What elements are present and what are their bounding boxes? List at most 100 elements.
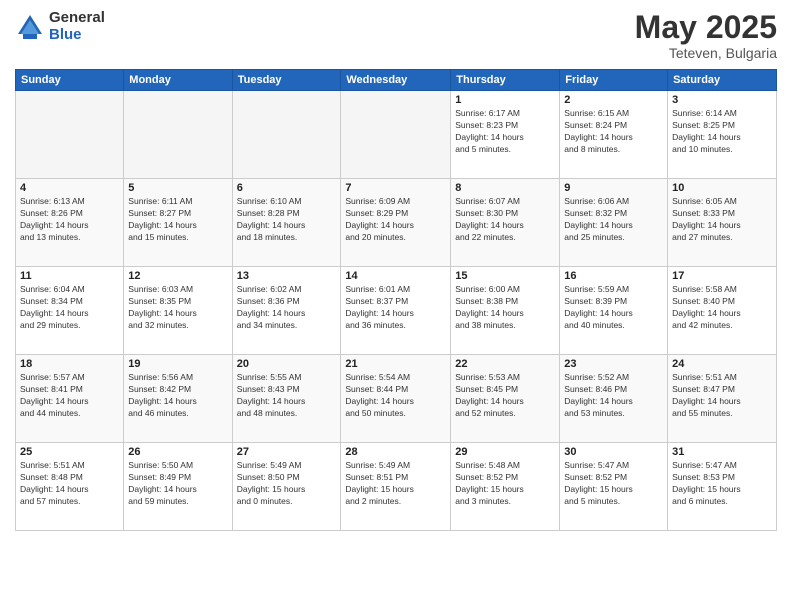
day-info: Sunrise: 5:52 AM Sunset: 8:46 PM Dayligh… (564, 372, 663, 420)
table-row: 17 Sunrise: 5:58 AM Sunset: 8:40 PM Dayli… (668, 267, 777, 355)
table-row: 1 Sunrise: 6:17 AM Sunset: 8:23 PM Daylig… (451, 91, 560, 179)
logo: General Blue (15, 10, 105, 43)
logo-general-text: General (49, 10, 105, 27)
day-number: 8 (455, 182, 555, 194)
day-number: 7 (345, 182, 446, 194)
col-thursday: Thursday (451, 70, 560, 91)
day-info: Sunrise: 6:00 AM Sunset: 8:38 PM Dayligh… (455, 284, 555, 332)
day-info: Sunrise: 5:49 AM Sunset: 8:50 PM Dayligh… (237, 460, 337, 508)
table-row: 25 Sunrise: 5:51 AM Sunset: 8:48 PM Dayli… (16, 443, 124, 531)
day-info: Sunrise: 6:04 AM Sunset: 8:34 PM Dayligh… (20, 284, 119, 332)
day-info: Sunrise: 5:51 AM Sunset: 8:47 PM Dayligh… (672, 372, 772, 420)
day-number: 21 (345, 358, 446, 370)
day-number: 30 (564, 446, 663, 458)
title-month: May 2025 (635, 10, 777, 45)
day-info: Sunrise: 5:56 AM Sunset: 8:42 PM Dayligh… (128, 372, 227, 420)
day-info: Sunrise: 5:47 AM Sunset: 8:53 PM Dayligh… (672, 460, 772, 508)
table-row: 6 Sunrise: 6:10 AM Sunset: 8:28 PM Daylig… (232, 179, 341, 267)
table-row: 27 Sunrise: 5:49 AM Sunset: 8:50 PM Dayli… (232, 443, 341, 531)
day-info: Sunrise: 5:51 AM Sunset: 8:48 PM Dayligh… (20, 460, 119, 508)
day-number: 2 (564, 94, 663, 106)
day-number: 14 (345, 270, 446, 282)
table-row: 10 Sunrise: 6:05 AM Sunset: 8:33 PM Dayli… (668, 179, 777, 267)
table-row: 5Sunrise: 6:11 AM Sunset: 8:27 PM Daylig… (124, 179, 232, 267)
day-info: Sunrise: 5:50 AM Sunset: 8:49 PM Dayligh… (128, 460, 227, 508)
table-row: 26 Sunrise: 5:50 AM Sunset: 8:49 PM Dayli… (124, 443, 232, 531)
day-number: 13 (237, 270, 337, 282)
day-info: Sunrise: 5:58 AM Sunset: 8:40 PM Dayligh… (672, 284, 772, 332)
title-location: Teteven, Bulgaria (635, 45, 777, 61)
day-info: Sunrise: 6:05 AM Sunset: 8:33 PM Dayligh… (672, 196, 772, 244)
day-number: 27 (237, 446, 337, 458)
day-info: Sunrise: 6:01 AM Sunset: 8:37 PM Dayligh… (345, 284, 446, 332)
day-number: 10 (672, 182, 772, 194)
table-row: 15Sunrise: 6:00 AM Sunset: 8:38 PM Dayli… (451, 267, 560, 355)
day-info: Sunrise: 6:06 AM Sunset: 8:32 PM Dayligh… (564, 196, 663, 244)
day-info: Sunrise: 5:49 AM Sunset: 8:51 PM Dayligh… (345, 460, 446, 508)
table-row: 22 Sunrise: 5:53 AM Sunset: 8:45 PM Dayli… (451, 355, 560, 443)
calendar-header-row: Sunday Monday Tuesday Wednesday Thursday… (16, 70, 777, 91)
calendar-week-2: 4 Sunrise: 6:13 AM Sunset: 8:26 PM Daylig… (16, 179, 777, 267)
day-info: Sunrise: 5:55 AM Sunset: 8:43 PM Dayligh… (237, 372, 337, 420)
table-row: 12Sunrise: 6:03 AM Sunset: 8:35 PM Dayli… (124, 267, 232, 355)
day-number: 17 (672, 270, 772, 282)
table-row: 23 Sunrise: 5:52 AM Sunset: 8:46 PM Dayli… (560, 355, 668, 443)
calendar-week-4: 18 Sunrise: 5:57 AM Sunset: 8:41 PM Dayli… (16, 355, 777, 443)
table-row: 31 Sunrise: 5:47 AM Sunset: 8:53 PM Dayli… (668, 443, 777, 531)
table-row (341, 91, 451, 179)
logo-blue-text: Blue (49, 27, 105, 44)
calendar-week-1: 1 Sunrise: 6:17 AM Sunset: 8:23 PM Daylig… (16, 91, 777, 179)
col-wednesday: Wednesday (341, 70, 451, 91)
day-number: 1 (455, 94, 555, 106)
day-info: Sunrise: 5:59 AM Sunset: 8:39 PM Dayligh… (564, 284, 663, 332)
day-info: Sunrise: 6:02 AM Sunset: 8:36 PM Dayligh… (237, 284, 337, 332)
day-number: 16 (564, 270, 663, 282)
table-row (232, 91, 341, 179)
day-info: Sunrise: 5:53 AM Sunset: 8:45 PM Dayligh… (455, 372, 555, 420)
day-number: 26 (128, 446, 227, 458)
day-number: 20 (237, 358, 337, 370)
day-number: 9 (564, 182, 663, 194)
col-friday: Friday (560, 70, 668, 91)
day-info: Sunrise: 6:09 AM Sunset: 8:29 PM Dayligh… (345, 196, 446, 244)
day-info: Sunrise: 6:13 AM Sunset: 8:26 PM Dayligh… (20, 196, 119, 244)
calendar-table: Sunday Monday Tuesday Wednesday Thursday… (15, 69, 777, 531)
day-number: 25 (20, 446, 119, 458)
day-number: 3 (672, 94, 772, 106)
day-number: 6 (237, 182, 337, 194)
table-row: 7 Sunrise: 6:09 AM Sunset: 8:29 PM Daylig… (341, 179, 451, 267)
day-number: 31 (672, 446, 772, 458)
day-info: Sunrise: 5:54 AM Sunset: 8:44 PM Dayligh… (345, 372, 446, 420)
table-row: 16 Sunrise: 5:59 AM Sunset: 8:39 PM Dayli… (560, 267, 668, 355)
day-number: 18 (20, 358, 119, 370)
col-monday: Monday (124, 70, 232, 91)
table-row: 30Sunrise: 5:47 AM Sunset: 8:52 PM Dayli… (560, 443, 668, 531)
table-row: 28 Sunrise: 5:49 AM Sunset: 8:51 PM Dayli… (341, 443, 451, 531)
calendar-week-3: 11Sunrise: 6:04 AM Sunset: 8:34 PM Dayli… (16, 267, 777, 355)
day-number: 4 (20, 182, 119, 194)
page: General Blue May 2025 Teteven, Bulgaria … (0, 0, 792, 612)
table-row: 29Sunrise: 5:48 AM Sunset: 8:52 PM Dayli… (451, 443, 560, 531)
calendar-week-5: 25 Sunrise: 5:51 AM Sunset: 8:48 PM Dayli… (16, 443, 777, 531)
table-row: 2Sunrise: 6:15 AM Sunset: 8:24 PM Daylig… (560, 91, 668, 179)
col-sunday: Sunday (16, 70, 124, 91)
day-info: Sunrise: 6:10 AM Sunset: 8:28 PM Dayligh… (237, 196, 337, 244)
table-row: 11Sunrise: 6:04 AM Sunset: 8:34 PM Dayli… (16, 267, 124, 355)
table-row (16, 91, 124, 179)
day-number: 24 (672, 358, 772, 370)
table-row: 21 Sunrise: 5:54 AM Sunset: 8:44 PM Dayli… (341, 355, 451, 443)
table-row: 20 Sunrise: 5:55 AM Sunset: 8:43 PM Dayli… (232, 355, 341, 443)
table-row: 24 Sunrise: 5:51 AM Sunset: 8:47 PM Dayli… (668, 355, 777, 443)
table-row: 8Sunrise: 6:07 AM Sunset: 8:30 PM Daylig… (451, 179, 560, 267)
day-number: 23 (564, 358, 663, 370)
day-info: Sunrise: 6:17 AM Sunset: 8:23 PM Dayligh… (455, 108, 555, 156)
col-tuesday: Tuesday (232, 70, 341, 91)
logo-text: General Blue (49, 10, 105, 43)
table-row (124, 91, 232, 179)
day-number: 29 (455, 446, 555, 458)
day-info: Sunrise: 6:14 AM Sunset: 8:25 PM Dayligh… (672, 108, 772, 156)
day-number: 5 (128, 182, 227, 194)
day-info: Sunrise: 5:57 AM Sunset: 8:41 PM Dayligh… (20, 372, 119, 420)
day-number: 22 (455, 358, 555, 370)
day-number: 28 (345, 446, 446, 458)
